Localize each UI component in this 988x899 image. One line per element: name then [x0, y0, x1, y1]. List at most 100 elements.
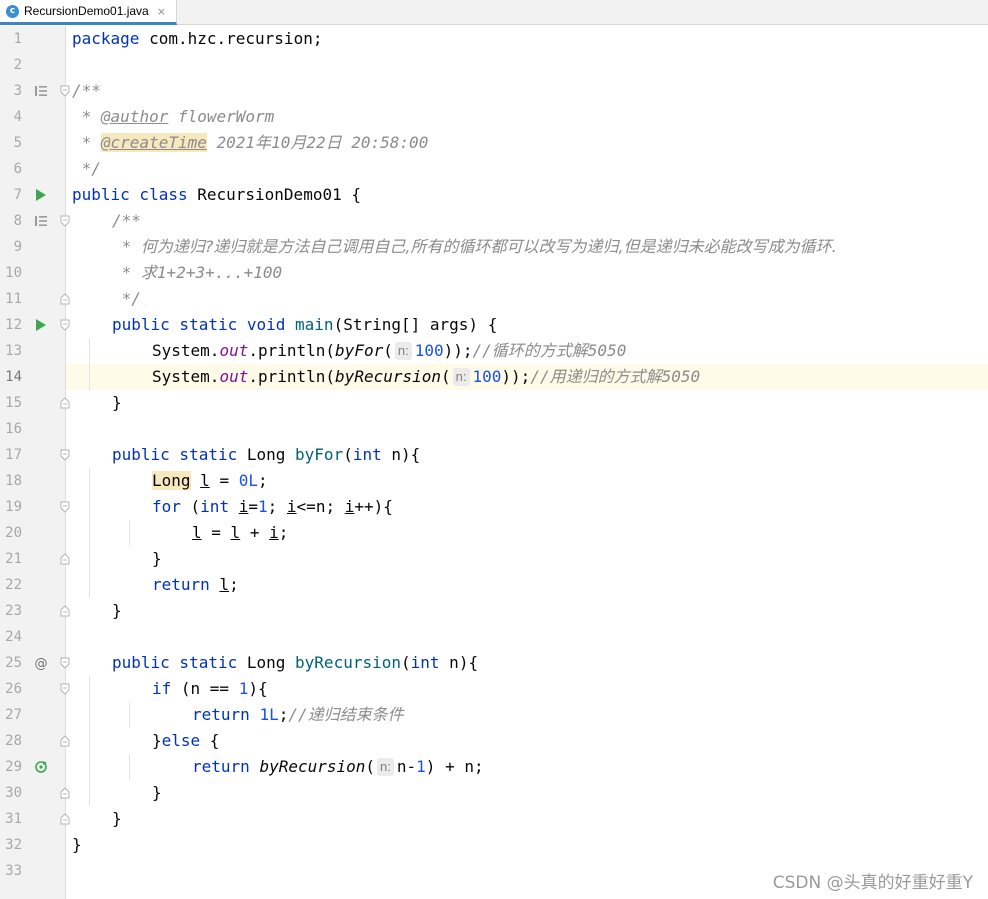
code-line-text-area[interactable]: }else {: [66, 728, 988, 754]
line-number[interactable]: 27: [0, 702, 22, 728]
code-line-text-area[interactable]: public static Long byFor(int n){: [66, 442, 988, 468]
line-number[interactable]: 33: [0, 858, 22, 884]
line-number[interactable]: 10: [0, 260, 22, 286]
line-number[interactable]: 20: [0, 520, 22, 546]
rendered-doc-icon[interactable]: [32, 208, 50, 234]
code-editor[interactable]: 1 package com.hzc.recursion; 2 3 /** 4 * @aut…: [0, 26, 988, 899]
line-number[interactable]: 15: [0, 390, 22, 416]
code-line[interactable]: 2: [0, 52, 988, 78]
code-line-text-area[interactable]: */: [66, 286, 988, 312]
code-line[interactable]: 11 */: [0, 286, 988, 312]
code-line[interactable]: 27 return 1L;//递归结束条件: [0, 702, 988, 728]
code-line-text-area[interactable]: System.out.println(byFor(n: 100));//循环的方式…: [66, 338, 988, 364]
code-line[interactable]: 4 * @author flowerWorm: [0, 104, 988, 130]
code-line-text-area[interactable]: /**: [66, 208, 988, 234]
code-line-text-area[interactable]: * 何为递归?递归就是方法自己调用自己,所有的循环都可以改写为递归,但是递归未必…: [66, 234, 988, 260]
override-icon[interactable]: @: [32, 650, 50, 676]
line-number[interactable]: 18: [0, 468, 22, 494]
code-line[interactable]: 6 */: [0, 156, 988, 182]
line-number[interactable]: 19: [0, 494, 22, 520]
code-line[interactable]: 10 * 求1+2+3+...+100: [0, 260, 988, 286]
code-line[interactable]: 5 * @createTime 2021年10月22日 20:58:00: [0, 130, 988, 156]
line-number[interactable]: 24: [0, 624, 22, 650]
line-number[interactable]: 21: [0, 546, 22, 572]
recursive-call-icon[interactable]: [32, 754, 50, 780]
code-line[interactable]: 13 System.out.println(byFor(n: 100));//循环的…: [0, 338, 988, 364]
code-line-text-area[interactable]: }: [66, 780, 988, 806]
code-line-text-area[interactable]: }: [66, 806, 988, 832]
line-number[interactable]: 17: [0, 442, 22, 468]
code-line-text-area[interactable]: return 1L;//递归结束条件: [66, 702, 988, 728]
line-number[interactable]: 30: [0, 780, 22, 806]
file-tab[interactable]: c RecursionDemo01.java ×: [0, 0, 177, 25]
code-line[interactable]: 14 System.out.println(byRecursion(n: 100))…: [0, 364, 988, 390]
line-number[interactable]: 7: [0, 182, 22, 208]
code-line-text-area[interactable]: [66, 416, 988, 442]
code-line-text-area[interactable]: * @createTime 2021年10月22日 20:58:00: [66, 130, 988, 156]
code-line[interactable]: 25 @ public static Long byRecursion(int n)…: [0, 650, 988, 676]
code-line-text-area[interactable]: public static void main(String[] args) {: [66, 312, 988, 338]
line-number[interactable]: 11: [0, 286, 22, 312]
code-line[interactable]: 18 Long l = 0L;: [0, 468, 988, 494]
code-line[interactable]: 30}: [0, 780, 988, 806]
code-line[interactable]: 24: [0, 624, 988, 650]
code-line[interactable]: 26 if (n == 1){: [0, 676, 988, 702]
code-line-text-area[interactable]: * @author flowerWorm: [66, 104, 988, 130]
code-line[interactable]: 28 }else {: [0, 728, 988, 754]
code-line[interactable]: 23}: [0, 598, 988, 624]
code-line[interactable]: 29 return byRecursion(n: n-1) + n;: [0, 754, 988, 780]
code-line-text-area[interactable]: public class RecursionDemo01 {: [66, 182, 988, 208]
run-icon[interactable]: [32, 182, 50, 208]
code-line-text-area[interactable]: }: [66, 390, 988, 416]
code-line-text-area[interactable]: }: [66, 546, 988, 572]
code-line[interactable]: 31}: [0, 806, 988, 832]
rendered-doc-icon[interactable]: [32, 78, 50, 104]
line-number[interactable]: 12: [0, 312, 22, 338]
line-number[interactable]: 3: [0, 78, 22, 104]
line-number[interactable]: 28: [0, 728, 22, 754]
code-line-text-area[interactable]: */: [66, 156, 988, 182]
code-line-text-area[interactable]: /**: [66, 78, 988, 104]
line-number[interactable]: 32: [0, 832, 22, 858]
code-line-text-area[interactable]: for (int i=1; i<=n; i++){: [66, 494, 988, 520]
line-number[interactable]: 4: [0, 104, 22, 130]
line-number[interactable]: 9: [0, 234, 22, 260]
line-number[interactable]: 14: [0, 364, 22, 390]
line-number[interactable]: 6: [0, 156, 22, 182]
code-line-text-area[interactable]: * 求1+2+3+...+100: [66, 260, 988, 286]
code-line-text-area[interactable]: [66, 52, 988, 78]
code-line-text-area[interactable]: return l;: [66, 572, 988, 598]
code-line[interactable]: 19 for (int i=1; i<=n; i++){: [0, 494, 988, 520]
code-line-text-area[interactable]: return byRecursion(n: n-1) + n;: [66, 754, 988, 780]
code-line-text-area[interactable]: if (n == 1){: [66, 676, 988, 702]
line-number[interactable]: 8: [0, 208, 22, 234]
code-line-text-area[interactable]: l = l + i;: [66, 520, 988, 546]
code-line[interactable]: 16: [0, 416, 988, 442]
code-line[interactable]: 9 * 何为递归?递归就是方法自己调用自己,所有的循环都可以改写为递归,但是递归…: [0, 234, 988, 260]
code-line-text-area[interactable]: System.out.println(byRecursion(n: 100));/…: [66, 364, 988, 390]
line-number[interactable]: 29: [0, 754, 22, 780]
code-line[interactable]: 3 /**: [0, 78, 988, 104]
code-line-text-area[interactable]: Long l = 0L;: [66, 468, 988, 494]
line-number[interactable]: 13: [0, 338, 22, 364]
line-number[interactable]: 16: [0, 416, 22, 442]
close-tab-icon[interactable]: ×: [157, 5, 166, 18]
line-number[interactable]: 23: [0, 598, 22, 624]
run-icon[interactable]: [32, 312, 50, 338]
code-line[interactable]: 15}: [0, 390, 988, 416]
line-number[interactable]: 26: [0, 676, 22, 702]
code-line[interactable]: 21}: [0, 546, 988, 572]
code-line-text-area[interactable]: }: [66, 598, 988, 624]
code-line-text-area[interactable]: package com.hzc.recursion;: [66, 26, 988, 52]
code-line-text-area[interactable]: }: [66, 832, 988, 858]
line-number[interactable]: 1: [0, 26, 22, 52]
line-number[interactable]: 31: [0, 806, 22, 832]
code-line[interactable]: 20 l = l + i;: [0, 520, 988, 546]
code-line-text-area[interactable]: public static Long byRecursion(int n){: [66, 650, 988, 676]
line-number[interactable]: 2: [0, 52, 22, 78]
code-line-text-area[interactable]: [66, 624, 988, 650]
code-line[interactable]: 17 public static Long byFor(int n){: [0, 442, 988, 468]
code-line[interactable]: 12 public static void main(String[] args)…: [0, 312, 988, 338]
line-number[interactable]: 22: [0, 572, 22, 598]
code-line[interactable]: 32}: [0, 832, 988, 858]
